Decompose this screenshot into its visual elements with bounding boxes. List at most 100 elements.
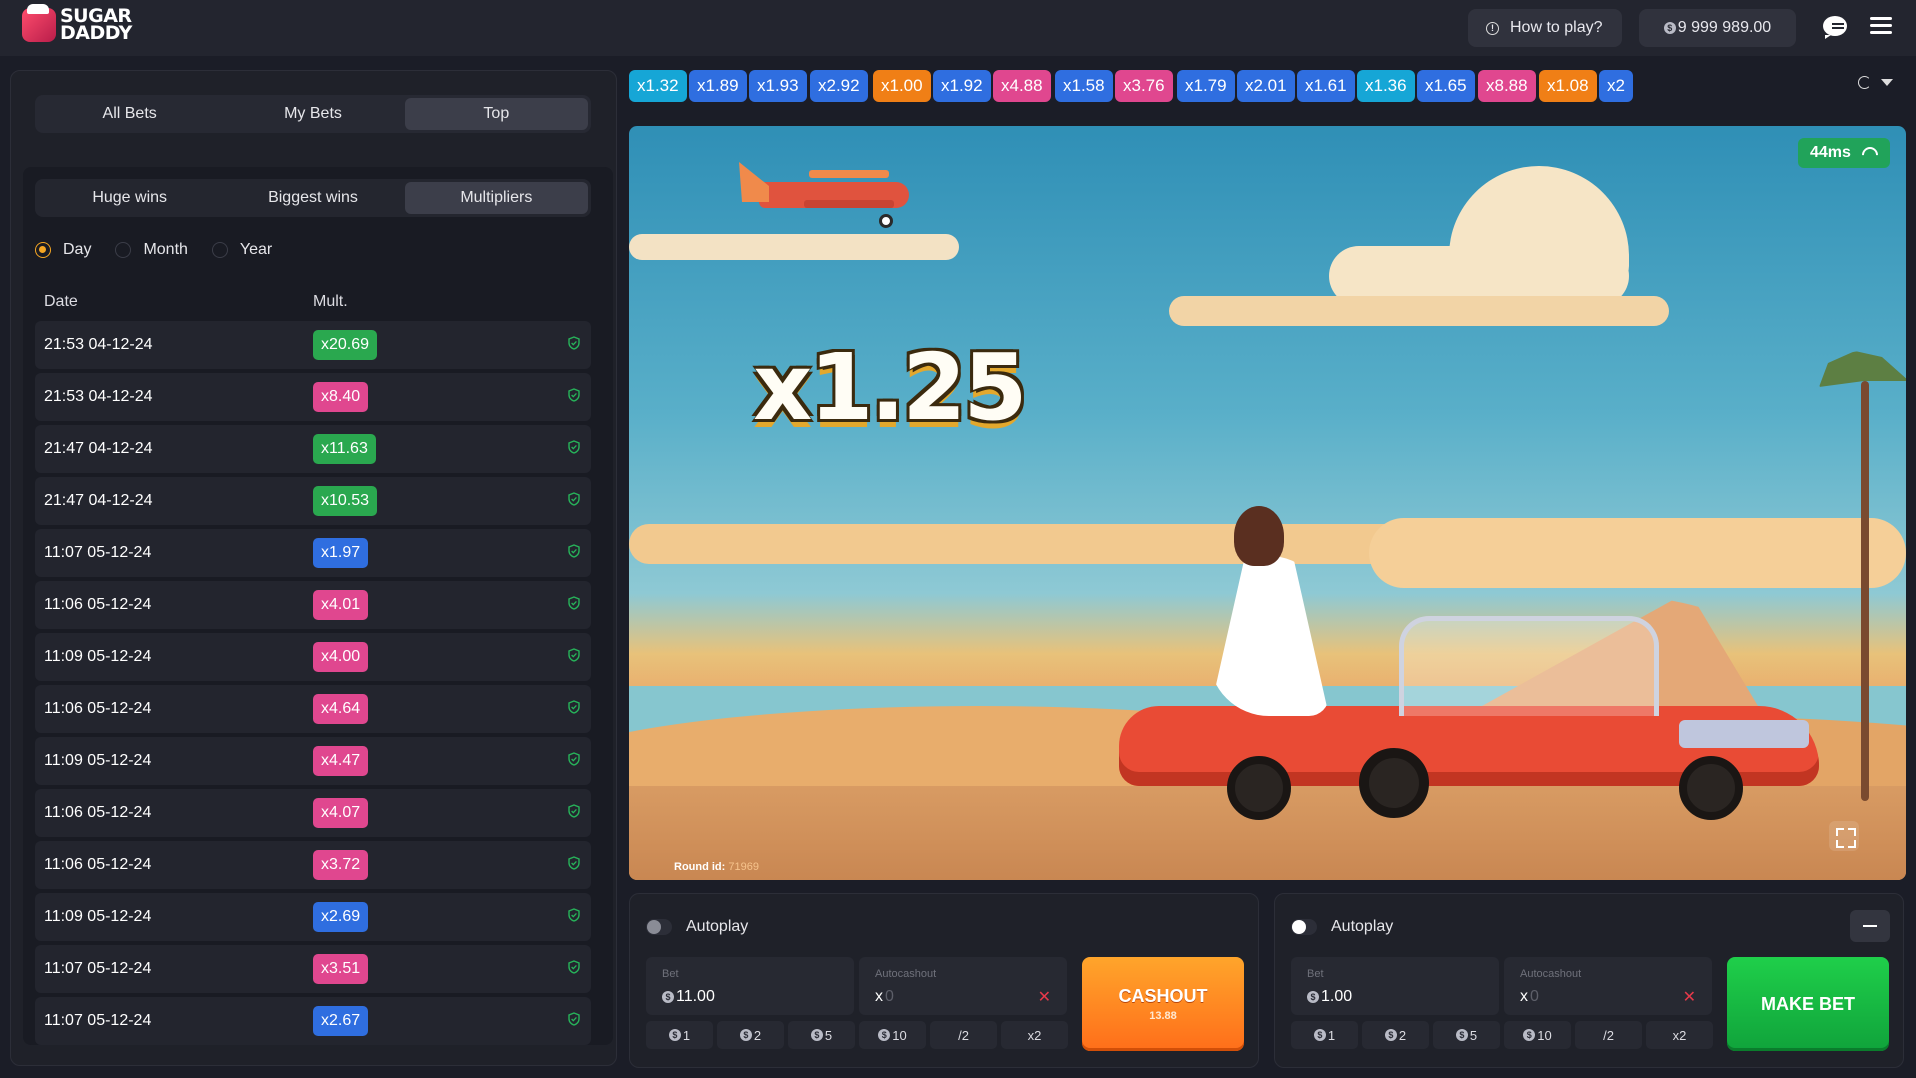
table-row[interactable]: 21:53 04-12-24 x20.69 [35,321,591,369]
shield-icon[interactable] [568,700,580,714]
table-row[interactable]: 21:47 04-12-24 x11.63 [35,425,591,473]
minus-icon [1863,925,1877,927]
shield-icon[interactable] [568,648,580,662]
row-date: 21:47 04-12-24 [44,440,153,457]
shield-icon[interactable] [568,596,580,610]
autocashout-input[interactable]: 0 [1530,988,1539,1006]
history-icon[interactable] [1858,76,1871,89]
history-chip[interactable]: x1.61 [1297,70,1355,102]
shield-icon[interactable] [568,388,580,402]
shield-icon[interactable] [568,336,580,350]
radio-year[interactable]: Year [211,241,272,259]
shield-icon[interactable] [568,440,580,454]
history-chip[interactable]: x1.00 [873,70,931,102]
history-chip[interactable]: x8.88 [1478,70,1536,102]
menu-icon[interactable] [1870,17,1892,37]
half-bet-button[interactable]: /2 [930,1021,997,1049]
table-row[interactable]: 21:47 04-12-24 x10.53 [35,477,591,525]
quick-bet-1[interactable]: $1 [646,1021,713,1049]
table-row[interactable]: 11:09 05-12-24 x4.00 [35,633,591,681]
toggle-icon[interactable] [1291,919,1317,935]
history-chip[interactable]: x1.93 [749,70,807,102]
table-row[interactable]: 21:53 04-12-24 x8.40 [35,373,591,421]
shield-icon[interactable] [568,856,580,870]
table-row[interactable]: 11:09 05-12-24 x2.69 [35,893,591,941]
autoplay-toggle[interactable]: Autoplay [646,918,748,936]
autocashout-field[interactable]: Autocashout x0 ✕ [1504,957,1712,1015]
quick-bet-5[interactable]: $5 [788,1021,855,1049]
double-bet-button[interactable]: x2 [1001,1021,1068,1049]
history-chip[interactable]: x1.32 [629,70,687,102]
quick-bet-10[interactable]: $10 [859,1021,926,1049]
cloud [1169,296,1669,326]
double-bet-button[interactable]: x2 [1646,1021,1713,1049]
top-tabs: Huge wins Biggest wins Multipliers [35,179,591,217]
table-row[interactable]: 11:07 05-12-24 x1.97 [35,529,591,577]
multiplier-badge: x10.53 [313,486,378,516]
autocashout-field[interactable]: Autocashout x0 ✕ [859,957,1067,1015]
remove-panel-button[interactable] [1850,910,1890,942]
tab-all-bets[interactable]: All Bets [38,98,221,130]
shield-icon[interactable] [568,752,580,766]
shield-icon[interactable] [568,1012,580,1026]
history-chip[interactable]: x2.01 [1237,70,1295,102]
tab-my-bets[interactable]: My Bets [221,98,404,130]
bet-field[interactable]: Bet $11.00 [646,957,854,1015]
row-date: 11:07 05-12-24 [44,960,152,977]
fullscreen-icon[interactable] [1829,821,1859,851]
history-chip[interactable]: x1.65 [1417,70,1475,102]
chevron-down-icon[interactable] [1881,79,1893,86]
history-chip[interactable]: x2 [1599,70,1633,102]
clear-icon[interactable]: ✕ [1683,987,1696,1007]
period-selector: Day Month Year [35,241,296,259]
shield-icon[interactable] [568,960,580,974]
shield-icon[interactable] [568,908,580,922]
table-row[interactable]: 11:06 05-12-24 x3.72 [35,841,591,889]
logo[interactable]: SUGAR DADDY [22,4,132,43]
half-bet-button[interactable]: /2 [1575,1021,1642,1049]
table-row[interactable]: 11:06 05-12-24 x4.01 [35,581,591,629]
quick-bet-1[interactable]: $1 [1291,1021,1358,1049]
ping-indicator: 44ms [1798,138,1890,168]
history-chip[interactable]: x1.79 [1177,70,1235,102]
toggle-icon[interactable] [646,919,672,935]
tab-top[interactable]: Top [404,98,588,130]
tab-biggest-wins[interactable]: Biggest wins [221,182,404,214]
shield-icon[interactable] [568,804,580,818]
quick-bet-10[interactable]: $10 [1504,1021,1571,1049]
quick-bet-5[interactable]: $5 [1433,1021,1500,1049]
multiplier-badge: x4.01 [313,590,369,620]
autocashout-input[interactable]: 0 [885,988,894,1006]
radio-month[interactable]: Month [115,241,188,259]
history-chip[interactable]: x3.76 [1115,70,1173,102]
autoplay-toggle[interactable]: Autoplay [1291,918,1393,936]
make-bet-button[interactable]: MAKE BET [1727,957,1889,1051]
radio-day[interactable]: Day [35,241,91,259]
tab-multipliers[interactable]: Multipliers [404,182,588,214]
shield-icon[interactable] [568,544,580,558]
table-row[interactable]: 11:09 05-12-24 x4.47 [35,737,591,785]
chat-icon[interactable] [1820,12,1850,42]
clear-icon[interactable]: ✕ [1038,987,1051,1007]
history-chip[interactable]: x2.92 [810,70,868,102]
history-chip[interactable]: x1.92 [933,70,991,102]
table-row[interactable]: 11:07 05-12-24 x3.51 [35,945,591,993]
quick-bet-2[interactable]: $2 [717,1021,784,1049]
tab-huge-wins[interactable]: Huge wins [38,182,221,214]
bet-amount[interactable]: 11.00 [676,988,715,1006]
how-to-play-button[interactable]: ! How to play? [1468,9,1622,47]
quick-bet-2[interactable]: $2 [1362,1021,1429,1049]
history-chip[interactable]: x1.08 [1539,70,1597,102]
table-row[interactable]: 11:06 05-12-24 x4.07 [35,789,591,837]
history-chip[interactable]: x1.89 [689,70,747,102]
bet-amount[interactable]: 1.00 [1321,988,1352,1006]
history-chip[interactable]: x1.36 [1357,70,1415,102]
table-row[interactable]: 11:06 05-12-24 x4.64 [35,685,591,733]
history-chip[interactable]: x1.58 [1055,70,1113,102]
table-row[interactable]: 11:07 05-12-24 x2.67 [35,997,591,1045]
shield-icon[interactable] [568,492,580,506]
bet-field[interactable]: Bet $1.00 [1291,957,1499,1015]
cashout-button[interactable]: CASHOUT 13.88 [1082,957,1244,1051]
history-chip[interactable]: x4.88 [993,70,1051,102]
multiplier-badge: x2.69 [313,902,369,932]
